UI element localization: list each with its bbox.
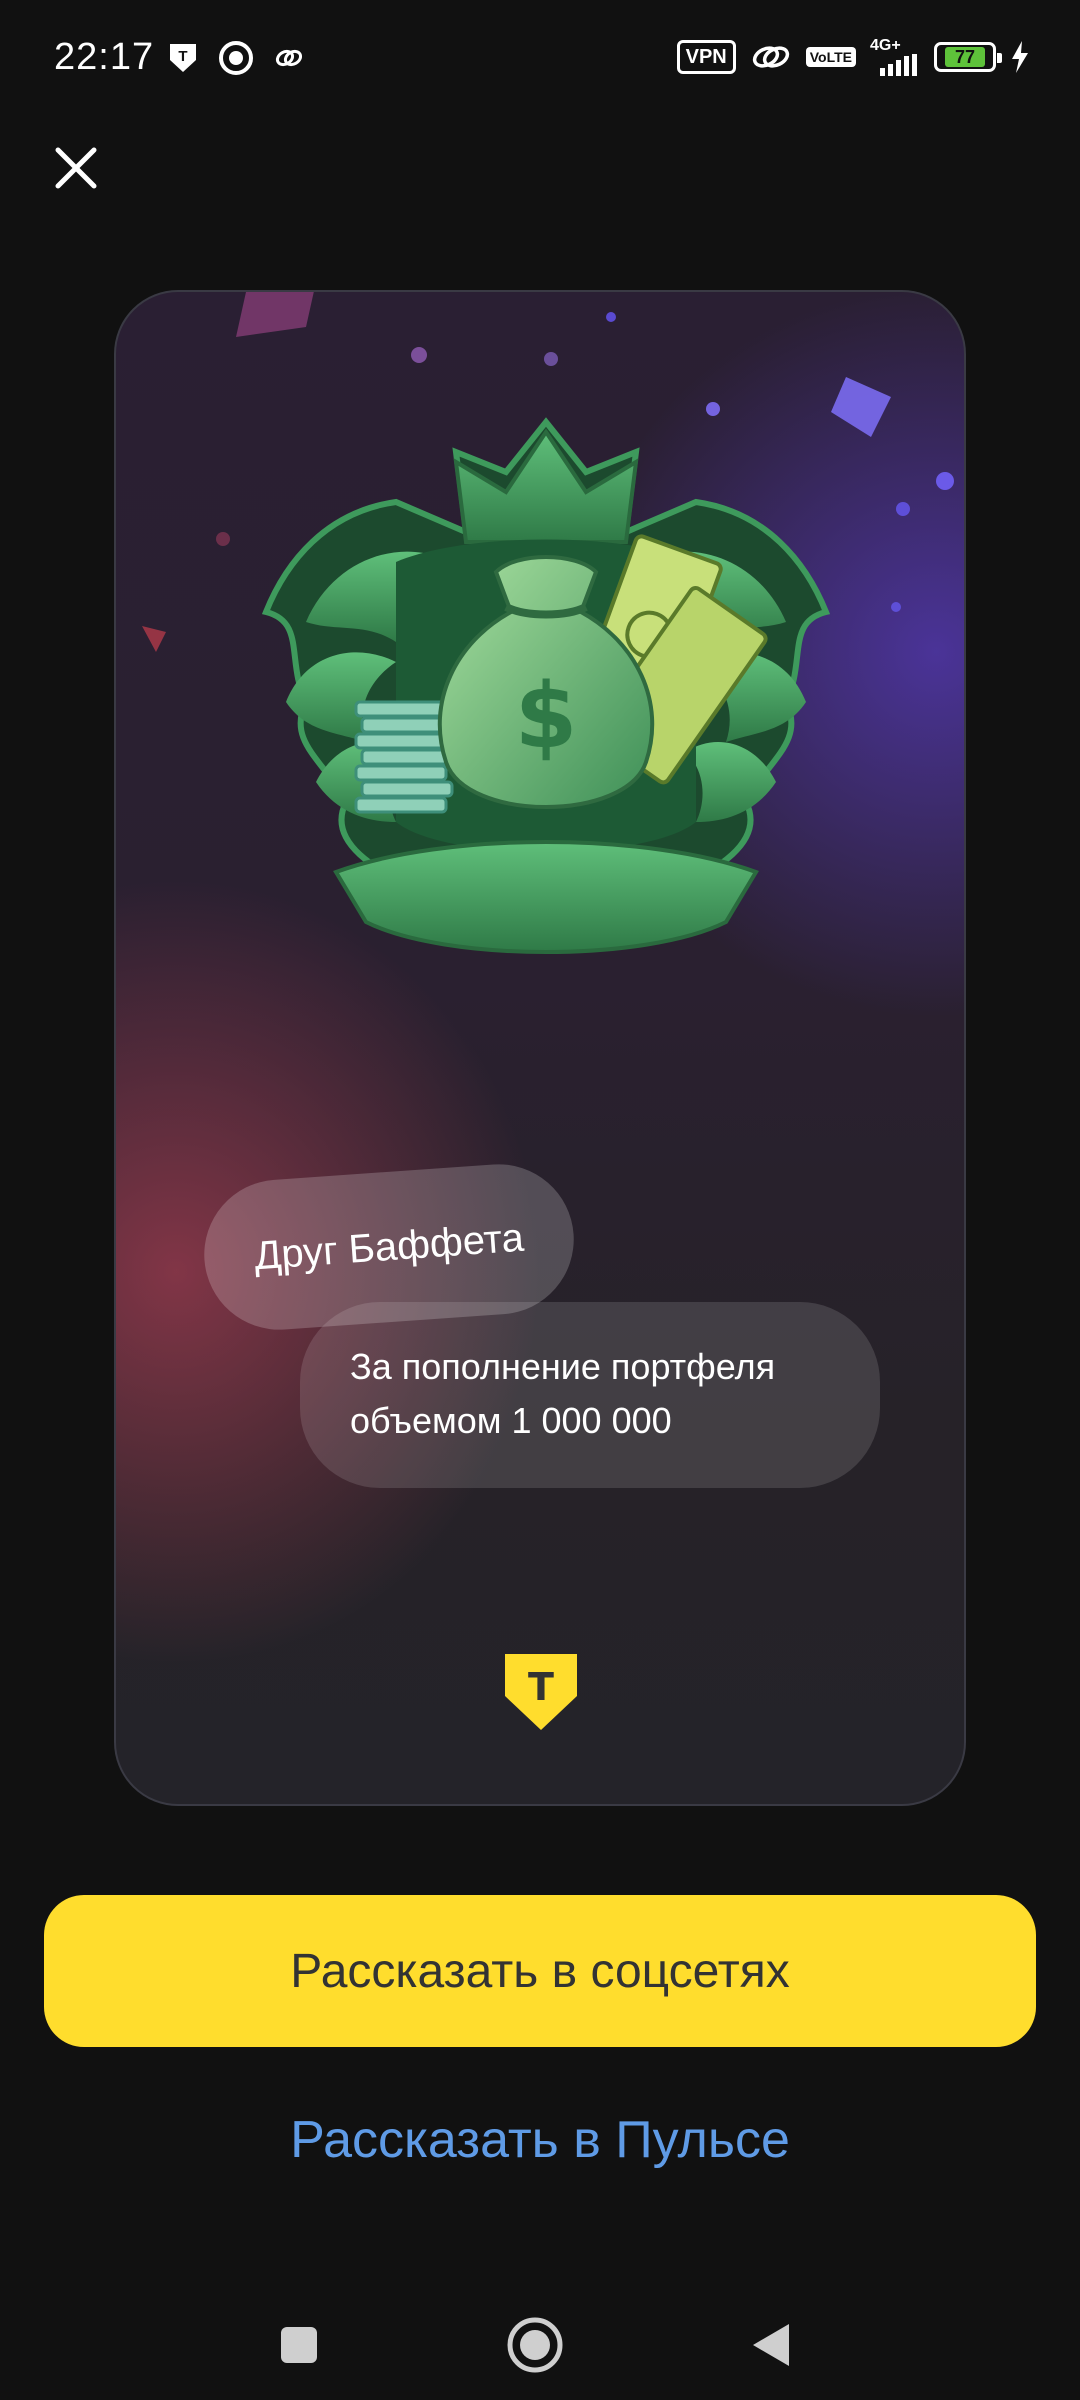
- achievement-description-line2: объемом 1 000 000: [350, 1400, 672, 1441]
- hotspot-link-icon: [750, 42, 792, 72]
- svg-text:T: T: [178, 48, 187, 65]
- confetti-decoration: [136, 622, 170, 661]
- system-nav-bar: [0, 2290, 1080, 2400]
- vpn-icon: VPN: [676, 40, 736, 74]
- achievement-description-line1: За пополнение портфеля: [350, 1346, 776, 1387]
- sparkle-dot: [936, 472, 954, 490]
- app-notification-icon: [218, 40, 254, 76]
- volte-icon: Vo LTE: [805, 47, 856, 67]
- close-button[interactable]: [46, 138, 106, 198]
- sparkle-dot: [544, 352, 558, 366]
- square-icon: [281, 2327, 317, 2363]
- tbank-notification-icon: T: [168, 42, 198, 74]
- close-icon: [55, 147, 97, 189]
- link-notification-icon: [274, 46, 304, 70]
- money-bag-emblem-icon: $: [261, 417, 831, 954]
- tbank-logo-icon: T: [505, 1654, 577, 1730]
- system-status-icons: VPN Vo LTE 4G+ 77: [676, 38, 1030, 76]
- triangle-back-icon: [753, 2324, 789, 2366]
- notification-icons: T: [168, 40, 304, 76]
- share-pulse-link[interactable]: Рассказать в Пульсе: [0, 2110, 1080, 2170]
- battery-level: 77: [944, 47, 986, 67]
- sparkle-dot: [891, 602, 901, 612]
- circle-home-icon: [507, 2317, 563, 2373]
- share-social-button[interactable]: Рассказать в соцсетях: [44, 1895, 1036, 2047]
- recents-button[interactable]: [264, 2310, 334, 2380]
- svg-text:$: $: [515, 664, 578, 769]
- achievement-screen: 22:17 T VPN Vo LTE 4G+ 77 $ Друг Баффета…: [0, 0, 1080, 2400]
- sparkle-dot: [411, 347, 427, 363]
- sparkle-dot: [896, 502, 910, 516]
- achievement-card: $ Друг Баффета За пополнение портфеля об…: [114, 290, 966, 1806]
- status-bar: 22:17 T VPN Vo LTE 4G+ 77: [0, 0, 1080, 120]
- sparkle-dot: [606, 312, 616, 322]
- svg-text:T: T: [528, 1665, 554, 1709]
- status-time: 22:17: [54, 36, 155, 78]
- achievement-description: За пополнение портфеля объемом 1 000 000: [300, 1302, 880, 1488]
- signal-icon: 4G+: [870, 38, 920, 76]
- back-button[interactable]: [736, 2310, 806, 2380]
- sparkle-dot: [216, 532, 230, 546]
- battery-icon: 77: [934, 42, 1002, 72]
- home-button[interactable]: [500, 2310, 570, 2380]
- confetti-decoration: [236, 292, 326, 347]
- network-type: 4G+: [870, 37, 901, 54]
- charging-icon: [1010, 41, 1030, 73]
